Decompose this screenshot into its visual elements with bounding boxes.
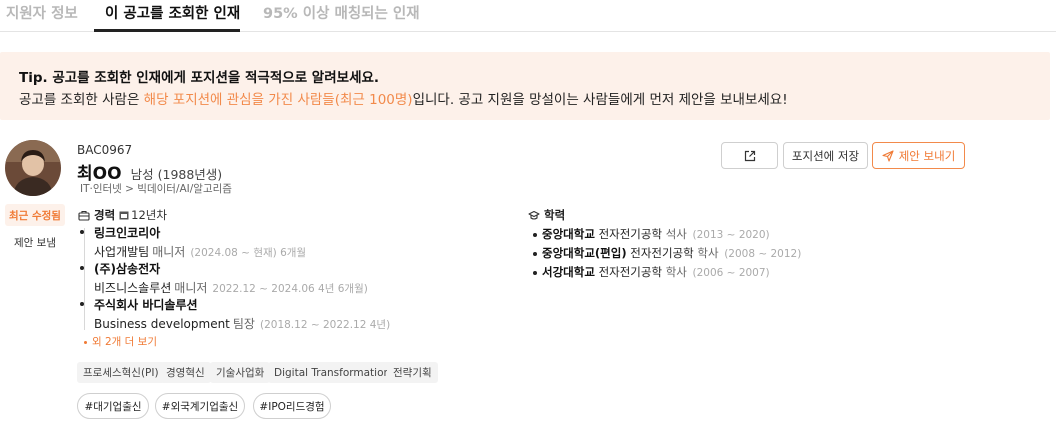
education-item: 중앙대학교 전자전기공학 석사 (2013 ~ 2020) [533, 226, 770, 242]
send-offer-label: 제안 보내기 [898, 148, 956, 163]
show-more-label: 외 2개 더 보기 [92, 336, 157, 348]
send-offer-button[interactable]: 제안 보내기 [872, 142, 965, 169]
role-level: 매니저 [174, 281, 208, 295]
experience-heading-label: 경력 [94, 208, 116, 222]
candidate-code: BAC0967 [77, 143, 133, 157]
education-heading-label: 학력 [544, 208, 566, 222]
edu-bullet [533, 270, 537, 275]
education-item: 중앙대학교(편입) 전자전기공학 학사 (2008 ~ 2012) [533, 245, 801, 261]
school-name: 중앙대학교 [542, 227, 595, 241]
role-period: 2022.12 ~ 2024.06 4년 6개월) [212, 283, 368, 295]
skill-chip: Digital Transformation [268, 362, 397, 383]
tip-desc-suffix: 입니다. 공고 지원을 망설이는 사람들에게 먼저 제안을 보내보세요! [412, 92, 788, 108]
school-name: 중앙대학교(편입) [542, 246, 627, 260]
edu-period: (2013 ~ 2020) [692, 229, 770, 241]
edu-bullet [533, 232, 537, 237]
major: 전자전기공학 [598, 265, 663, 279]
tip-desc-prefix: 공고를 조회한 사람은 [19, 92, 144, 108]
tip-title: Tip. 공고를 조회한 인재에게 포지션을 적극적으로 알려보세요. [19, 70, 380, 86]
active-tab-indicator [94, 29, 240, 32]
role-level: 매니저 [152, 245, 186, 259]
role-period: (2024.08 ~ 현재) 6개월 [190, 247, 307, 259]
hashtag-chip[interactable]: #외국계기업출신 [155, 393, 245, 419]
major: 전자전기공학 [598, 227, 663, 241]
candidate-category: IT·인터넷 > 빅데이터/AI/알고리즘 [80, 183, 232, 195]
role-line: 비즈니스솔루션 매니저 2022.12 ~ 2024.06 4년 6개월) [94, 279, 368, 296]
skill-chip: 프로세스혁신(PI) [77, 362, 165, 383]
external-link-icon [744, 150, 755, 161]
role-level: 팀장 [232, 317, 255, 331]
company-name: 링크인코리아 [94, 226, 161, 240]
more-bullet [84, 340, 87, 344]
open-new-window-button[interactable] [721, 142, 778, 169]
degree: 석사 [665, 227, 687, 241]
role-line: Business development 팀장 (2018.12 ~ 2022.12… [94, 315, 390, 332]
tip-banner: Tip. 공고를 조회한 인재에게 포지션을 적극적으로 알려보세요. 공고를 … [0, 52, 1050, 120]
role-line: 사업개발팀 매니저 (2024.08 ~ 현재) 6개월 [94, 243, 306, 260]
company-name: 주식회사 바디솔루션 [94, 298, 198, 312]
timeline-dot [80, 230, 84, 234]
role: 사업개발팀 [94, 245, 150, 259]
candidate-gender-birth: 남성 (1988년생) [130, 167, 223, 182]
send-icon [882, 149, 894, 162]
skill-chip: 전략기획 [387, 362, 438, 383]
edu-period: (2006 ~ 2007) [692, 267, 770, 279]
show-more-experience-link[interactable]: 외 2개 더 보기 [84, 334, 157, 349]
skill-chip: 경영혁신 [160, 362, 211, 383]
tab-applicant-info[interactable]: 지원자 정보 [6, 2, 78, 23]
degree: 학사 [665, 265, 687, 279]
hashtag-chip[interactable]: #대기업출신 [77, 393, 149, 419]
role: Business development [94, 317, 230, 331]
tab-matching-candidates[interactable]: 95% 이상 매칭되는 인재 [263, 2, 420, 23]
company-name: (주)삼송전자 [94, 262, 161, 276]
school-name: 서강대학교 [542, 265, 595, 279]
major: 전자전기공학 [630, 246, 694, 260]
timeline-dot [80, 266, 84, 270]
proposal-sent-label: 제안 보냄 [14, 236, 56, 249]
degree: 학사 [697, 246, 719, 260]
tab-viewed-candidates[interactable]: 이 공고를 조회한 인재 [105, 2, 240, 23]
graduation-cap-icon [528, 210, 540, 220]
experience-years: 12년차 [119, 207, 167, 223]
calendar-icon [119, 211, 129, 220]
briefcase-icon [78, 210, 90, 221]
hashtag-chip[interactable]: #IPO리드경험 [253, 393, 331, 419]
role-period: (2018.12 ~ 2022.12 4년) [259, 319, 391, 331]
save-to-position-button[interactable]: 포지션에 저장 [783, 142, 868, 169]
edu-bullet [533, 251, 537, 256]
role: 비즈니스솔루션 [94, 281, 172, 295]
skill-chip: 기술사업화 [210, 362, 271, 383]
experience-timeline [84, 228, 86, 330]
recently-updated-badge: 최근 수정됨 [5, 204, 65, 226]
timeline-dot [80, 302, 84, 306]
experience-years-label: 12년차 [131, 208, 167, 222]
edu-period: (2008 ~ 2012) [724, 248, 802, 260]
education-heading: 학력 [528, 207, 565, 223]
experience-heading: 경력 12년차 [78, 207, 167, 223]
tip-description: 공고를 조회한 사람은 해당 포지션에 관심을 가진 사람들(최근 100명)입… [19, 88, 788, 108]
tab-bar: 지원자 정보 이 공고를 조회한 인재 95% 이상 매칭되는 인재 [0, 0, 1056, 32]
tip-desc-highlight: 해당 포지션에 관심을 가진 사람들(최근 100명) [143, 92, 413, 108]
avatar [5, 140, 61, 196]
education-item: 서강대학교 전자전기공학 학사 (2006 ~ 2007) [533, 264, 770, 280]
